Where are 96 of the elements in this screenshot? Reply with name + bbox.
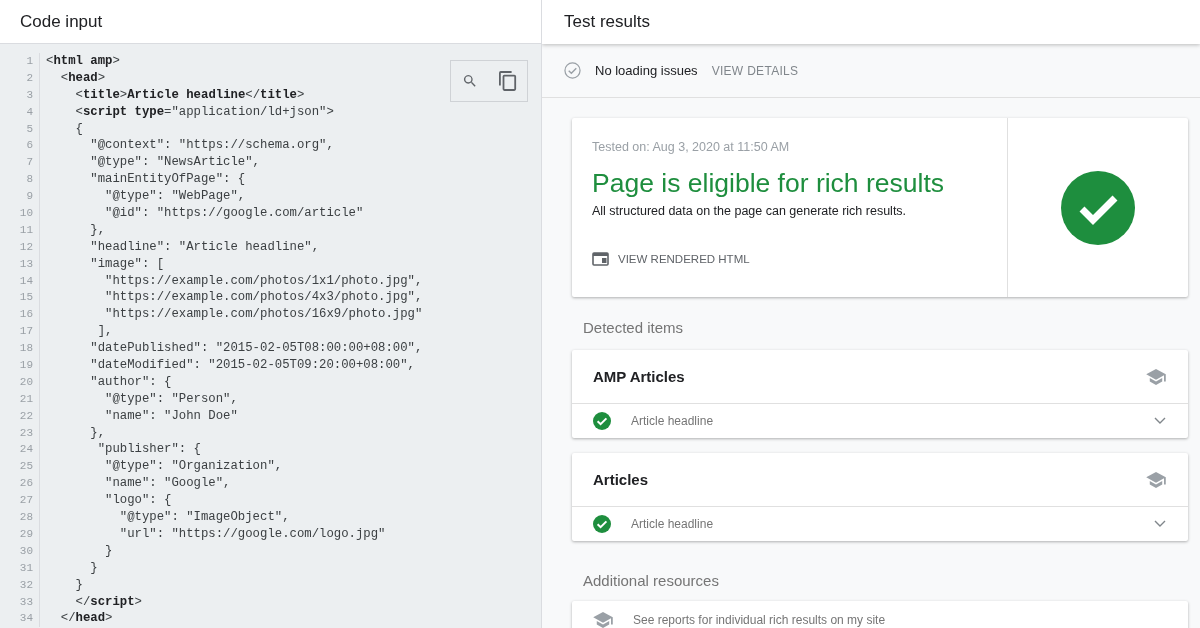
line-number: 3 xyxy=(0,86,40,104)
line-number: 14 xyxy=(0,272,40,290)
line-number: 27 xyxy=(0,492,40,510)
tested-date: Tested on: Aug 3, 2020 at 11:50 AM xyxy=(592,140,791,154)
code-line: { xyxy=(74,120,83,138)
code-line: "https://example.com/photos/4x3/photo.jpg", xyxy=(104,289,423,307)
graduation-cap-icon xyxy=(593,612,613,628)
section-heading: Additional resources xyxy=(582,571,720,591)
success-check-icon xyxy=(1061,170,1135,245)
code-line: "@type": "ImageObject", xyxy=(118,509,290,526)
line-number: 23 xyxy=(0,424,40,442)
graduation-cap-icon xyxy=(1146,368,1166,385)
code-line: <title>Article headline</title> xyxy=(74,86,305,104)
line-number: 22 xyxy=(0,407,40,425)
code-line: "logo": { xyxy=(104,492,172,510)
chevron-icon xyxy=(1154,520,1166,528)
result-headline: Page is eligible for rich results xyxy=(592,168,946,199)
line-number: 19 xyxy=(0,357,40,374)
line-number: 10 xyxy=(0,205,40,222)
code-line: </script> xyxy=(74,593,142,611)
code-line: "@type": "NewsArticle", xyxy=(89,154,260,172)
code-line: } xyxy=(104,542,113,560)
code-line: "url": "https://google.com/logo.jpg" xyxy=(118,525,386,543)
detected-item-row[interactable]: Article headline xyxy=(572,507,1188,541)
panel-title: Test results xyxy=(542,0,1200,44)
code-line: } xyxy=(89,559,98,577)
line-number: 28 xyxy=(0,509,40,526)
copy-button[interactable] xyxy=(496,69,519,93)
code-line: "author": { xyxy=(89,373,172,391)
check-circle-icon xyxy=(564,62,581,79)
code-line: }, xyxy=(89,221,106,239)
line-number: 31 xyxy=(0,559,40,577)
line-number: 4 xyxy=(0,103,40,121)
code-line: "@id": "https://google.com/article" xyxy=(104,205,364,222)
result-description: All structured data on the page can generate rich results. xyxy=(592,204,908,218)
line-number: 26 xyxy=(0,475,40,493)
line-number: 34 xyxy=(0,610,40,628)
code-line: "dateModified": "2015-02-05T09:20:00+08:00", xyxy=(89,357,415,374)
code-line: "name": "John Doe" xyxy=(104,407,238,425)
code-line: </head> xyxy=(59,610,113,628)
section-heading: Detected items xyxy=(582,318,685,338)
code-line: <html amp> xyxy=(46,53,120,70)
browser-window-icon xyxy=(592,252,609,266)
view-details-link[interactable]: VIEW DETAILS xyxy=(711,63,799,78)
item-type-title: Articles xyxy=(593,471,649,488)
line-number: 30 xyxy=(0,542,40,560)
line-number: 5 xyxy=(0,120,40,138)
code-line: "@type": "WebPage", xyxy=(104,188,246,205)
code-line: } xyxy=(74,576,83,594)
code-line: ], xyxy=(96,323,113,341)
line-number: 29 xyxy=(0,525,40,543)
detected-item-row[interactable]: Article headline xyxy=(572,404,1188,438)
code-line: "@type": "Person", xyxy=(104,390,238,408)
code-line: "@context": "https://schema.org", xyxy=(89,137,334,155)
line-number: 9 xyxy=(0,188,40,205)
line-number: 15 xyxy=(0,289,40,307)
line-number: 21 xyxy=(0,390,40,408)
valid-check-icon xyxy=(593,412,611,430)
graduation-cap-icon xyxy=(1146,471,1166,488)
chevron-icon xyxy=(1154,417,1166,425)
line-number: 20 xyxy=(0,373,40,391)
panel-title: Code input xyxy=(0,0,541,44)
line-number: 13 xyxy=(0,255,40,273)
code-line: "name": "Google", xyxy=(104,475,231,493)
code-line: }, xyxy=(89,424,106,442)
code-line: "https://example.com/photos/1x1/photo.jpg", xyxy=(104,272,423,290)
code-line: "image": [ xyxy=(89,255,165,273)
view-rendered-html-link[interactable]: VIEW RENDERED HTML xyxy=(592,252,750,266)
line-number: 8 xyxy=(0,171,40,189)
code-line: "mainEntityOfPage": { xyxy=(89,171,246,189)
line-number: 18 xyxy=(0,340,40,358)
code-line: "datePublished": "2015-02-05T08:00:00+08:00", xyxy=(89,340,423,358)
code-line: "@type": "Organization", xyxy=(104,458,283,476)
valid-check-icon xyxy=(593,515,611,533)
code-line: <script type="application/ld+json"> xyxy=(74,103,334,121)
code-line: "https://example.com/photos/16x9/photo.jpg" xyxy=(104,306,423,324)
search-icon xyxy=(461,73,478,89)
code-line: "publisher": { xyxy=(96,441,201,459)
item-type-title: AMP Articles xyxy=(593,368,685,385)
line-number: 17 xyxy=(0,323,40,341)
line-number: 25 xyxy=(0,458,40,476)
loading-status: No loading issues xyxy=(595,63,698,78)
line-number: 1 xyxy=(0,53,40,70)
line-number: 11 xyxy=(0,221,40,239)
line-number: 24 xyxy=(0,441,40,459)
line-number: 16 xyxy=(0,306,40,324)
line-number: 33 xyxy=(0,593,40,611)
line-number: 12 xyxy=(0,238,40,256)
line-number: 32 xyxy=(0,576,40,594)
code-line: "headline": "Article headline", xyxy=(89,238,320,256)
code-line: <head> xyxy=(59,69,106,87)
resource-link[interactable]: See reports for individual rich results on my site xyxy=(572,601,1188,628)
line-number: 7 xyxy=(0,154,40,172)
copy-icon xyxy=(498,71,517,91)
line-number: 2 xyxy=(0,69,40,87)
line-number: 6 xyxy=(0,137,40,155)
